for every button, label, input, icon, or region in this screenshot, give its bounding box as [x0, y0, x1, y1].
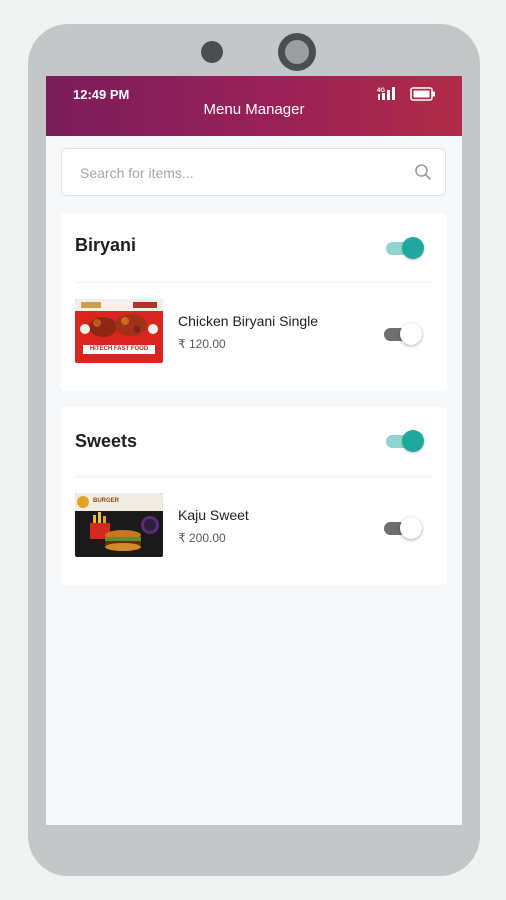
- item-image-chicken-biryani: HITECH FAST FOOD: [75, 299, 163, 363]
- phone-camera: [278, 33, 316, 71]
- search-box[interactable]: [61, 148, 446, 197]
- battery-icon: [410, 87, 435, 101]
- signal-4g-icon: 4G: [377, 87, 395, 100]
- app-bar: 12:49 PM 4G Menu Manager: [46, 76, 462, 136]
- divider: [75, 282, 433, 283]
- category-title: Biryani: [75, 235, 137, 255]
- item-availability-toggle[interactable]: [384, 517, 424, 539]
- toggle-knob: [402, 430, 424, 452]
- category-toggle-sweets[interactable]: [384, 430, 424, 452]
- item-price: ₹ 200.00: [178, 531, 226, 545]
- toggle-knob: [400, 517, 422, 539]
- category-toggle-biryani[interactable]: [384, 237, 424, 259]
- item-name: Chicken Biryani Single: [178, 313, 319, 329]
- item-availability-toggle[interactable]: [384, 323, 424, 345]
- status-time: 12:49 PM: [73, 87, 130, 102]
- phone-speaker: [201, 41, 223, 63]
- category-card-biryani: Biryani HITECH FAST FOOD Chicken Biryani…: [61, 213, 447, 391]
- item-image-banner: BURGER: [93, 498, 120, 504]
- item-image-banner: HITECH FAST FOOD: [89, 346, 149, 352]
- category-card-sweets: Sweets BURGER Kaju Sweet ₹ 200.00: [61, 407, 447, 585]
- search-icon[interactable]: [414, 163, 432, 181]
- app-screen: 12:49 PM 4G Menu Manager Search for item…: [46, 76, 462, 825]
- toggle-knob: [400, 323, 422, 345]
- divider: [75, 476, 433, 477]
- toggle-knob: [402, 237, 424, 259]
- item-name: Kaju Sweet: [178, 507, 249, 523]
- item-price: ₹ 120.00: [178, 337, 226, 351]
- search-input[interactable]: [78, 149, 402, 197]
- page-title: Menu Manager: [203, 101, 305, 118]
- item-image-kaju-sweet: BURGER: [75, 493, 163, 557]
- phone-frame: 12:49 PM 4G Menu Manager Search for item…: [28, 24, 480, 876]
- category-title: Sweets: [75, 431, 138, 451]
